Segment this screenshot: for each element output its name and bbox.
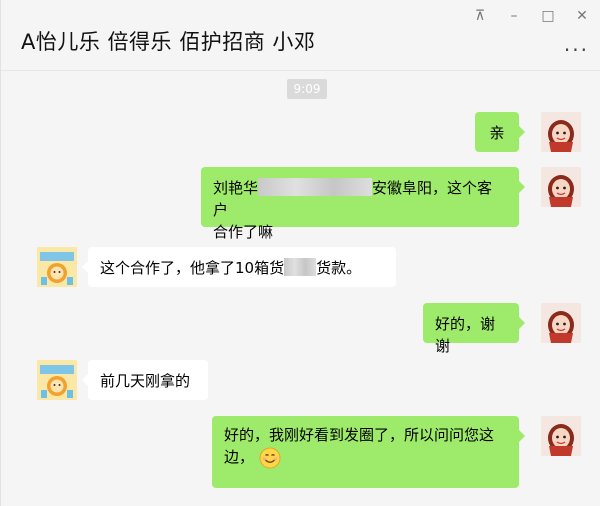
contact-message-bubble[interactable]: 这个合作了，他拿了10箱货 货款。: [82, 247, 396, 287]
message-text-line: 合作了嘛: [213, 223, 274, 241]
my-avatar[interactable]: [541, 112, 581, 152]
window-controls: ⊼ – □ ✕: [471, 4, 591, 28]
close-icon[interactable]: ✕: [573, 7, 591, 25]
message-text-part: 这个合作了，他拿了10箱货: [100, 259, 285, 277]
title-bar: A怡儿乐 倍得乐 佰护招商 小邓 ⊼ – □ ✕ ···: [1, 0, 600, 71]
message-list[interactable]: 9:09 亲 刘艳华 安徽阜阳，这个客户 合作了嘛 这个合作了，他拿了10箱货 …: [1, 71, 600, 506]
message-text: 前几天刚拿的: [100, 372, 191, 390]
minimize-icon[interactable]: –: [505, 7, 523, 25]
maximize-icon[interactable]: □: [539, 7, 557, 25]
redacted-area: [258, 178, 373, 196]
redacted-area: [284, 258, 317, 276]
chat-window: A怡儿乐 倍得乐 佰护招商 小邓 ⊼ – □ ✕ ··· 9:09 亲 刘艳华 …: [0, 0, 600, 506]
message-text-part: 刘艳华: [213, 179, 259, 197]
avatar-image: [541, 416, 581, 456]
contact-avatar[interactable]: [37, 247, 77, 287]
avatar-image: [541, 112, 581, 152]
my-avatar[interactable]: [541, 416, 581, 456]
my-message-bubble[interactable]: 刘艳华 安徽阜阳，这个客户 合作了嘛: [201, 167, 525, 241]
smile-emoji-icon: [259, 447, 281, 469]
contact-avatar[interactable]: [37, 360, 77, 400]
avatar-image: [37, 360, 77, 400]
message-text: 亲: [489, 124, 505, 142]
contact-message-bubble[interactable]: 前几天刚拿的: [82, 360, 208, 400]
avatar-image: [37, 247, 77, 287]
my-message-bubble[interactable]: 好的，谢谢: [423, 303, 525, 355]
avatar-image: [541, 167, 581, 207]
more-options-icon[interactable]: ···: [564, 38, 589, 62]
message-text-line: 边，: [224, 448, 255, 466]
chat-title: A怡儿乐 倍得乐 佰护招商 小邓: [21, 30, 316, 54]
message-text-part: 货款。: [316, 259, 362, 277]
my-avatar[interactable]: [541, 167, 581, 207]
my-avatar[interactable]: [541, 303, 581, 343]
my-message-bubble[interactable]: 好的，我刚好看到发圈了，所以问问您这 边，: [212, 416, 525, 488]
pin-icon[interactable]: ⊼: [471, 7, 489, 25]
timestamp-badge: 9:09: [287, 79, 327, 99]
my-message-bubble[interactable]: 亲: [475, 112, 525, 152]
message-text: 好的，谢谢: [435, 315, 496, 355]
avatar-image: [541, 303, 581, 343]
message-text-line: 好的，我刚好看到发圈了，所以问问您这: [224, 426, 495, 444]
